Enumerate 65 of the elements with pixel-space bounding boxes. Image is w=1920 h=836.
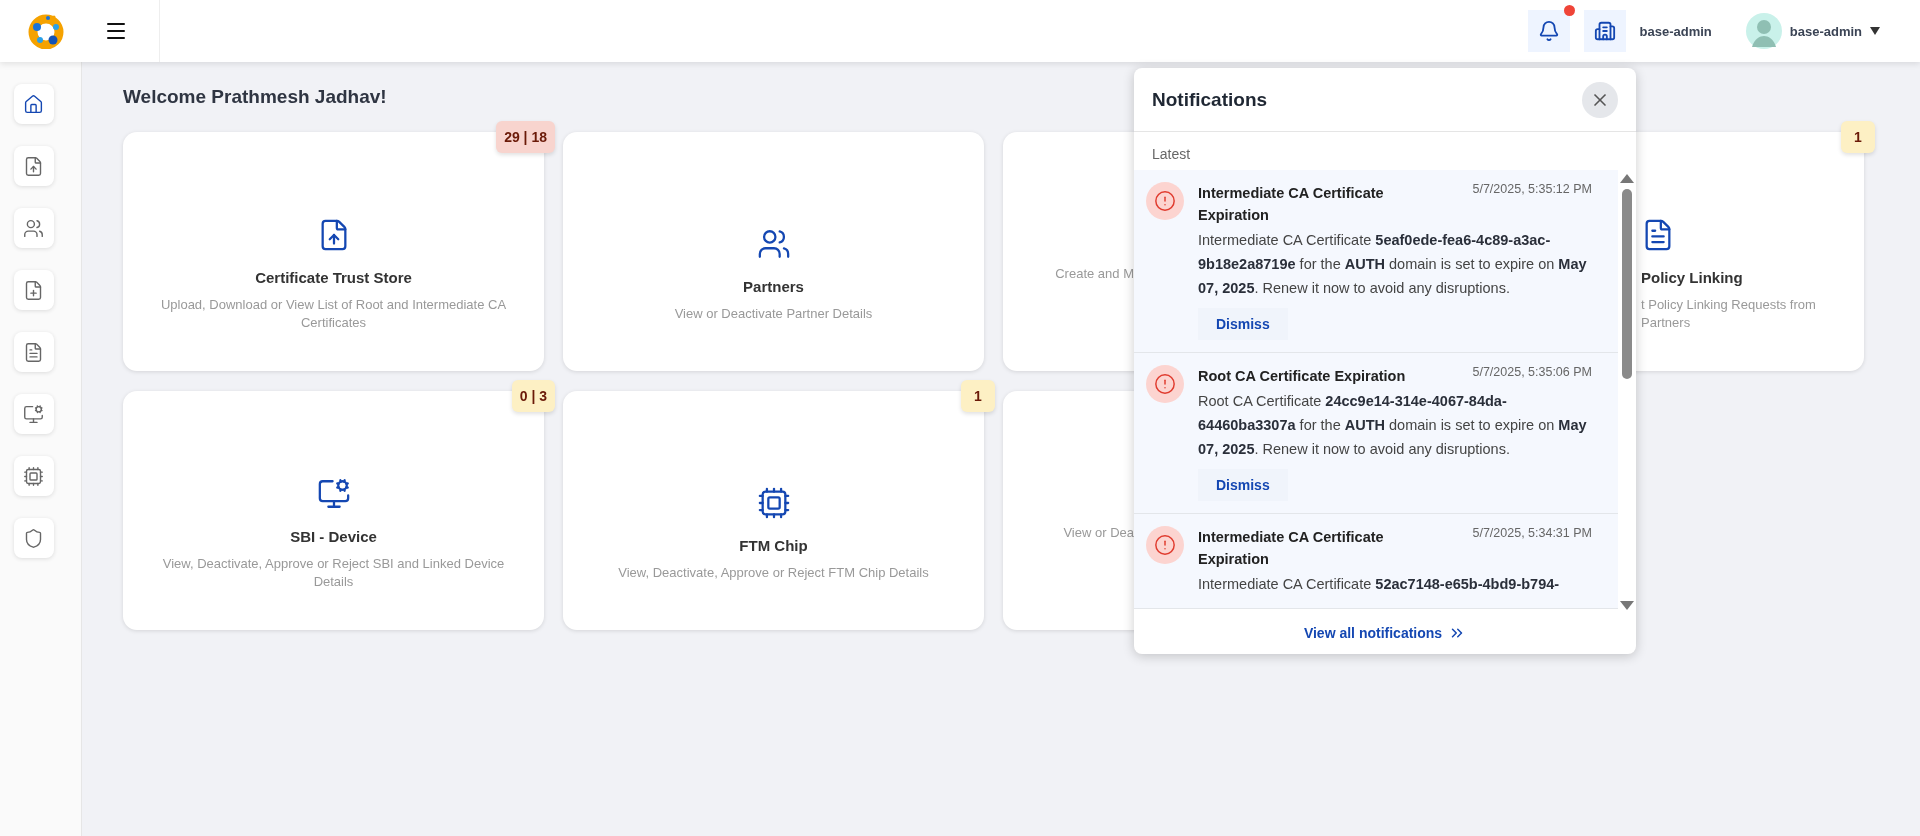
user-menu[interactable]: base-admin [1745,13,1880,49]
monitor-gear-icon [316,477,351,511]
caret-icon [1870,27,1880,35]
card-title: SBI - Device [290,528,377,545]
card-description: View or Dea [1063,523,1134,542]
dashboard-card[interactable]: Partners View or Deactivate Partner Details [563,132,984,371]
card-description: View, Deactivate, Approve or Reject SBI and Linked Device Details [161,555,506,591]
card-description: View or Deactivate Partner Details [674,305,873,323]
shield-icon [23,527,44,549]
bell-icon [1537,20,1560,42]
sidebar-item[interactable] [13,146,54,186]
notification-title: Intermediate CA Certificate Expiration [1198,184,1385,225]
sidebar-item[interactable] [13,456,54,496]
card-description: Create and M [1055,264,1134,283]
tenant-name: base-admin [1639,23,1712,39]
count-badge: 1 [961,380,995,412]
notification-message: Root CA Certificate 24cc9e14-314e-4067-84da-64460ba3307a for the AUTH domain is set to expire on May 07, 2025. Renew it now to avoid any disruptions. [1198,392,1588,459]
scrollbar-thumb[interactable] [1622,189,1632,379]
monitor-gear-icon [23,403,44,425]
home-icon [23,93,44,115]
count-badge: 0 | 3 [511,380,555,412]
welcome-heading: Welcome Prathmesh Jadhav! [123,86,387,108]
dismiss-button[interactable]: Dismiss [1198,469,1288,501]
exclamation-icon [1154,534,1176,556]
close-button[interactable] [1582,81,1618,118]
sidebar-item[interactable] [13,332,54,372]
view-all-link[interactable]: View all notifications [1303,610,1467,654]
file-plus-icon [23,279,44,301]
document-icon [23,341,44,363]
users-icon [23,217,44,239]
notification-message: Intermediate CA Certificate 52ac7148-e65b-4bd9-b794- [1198,575,1561,594]
scroll-up-icon[interactable] [1620,174,1634,183]
avatar-icon [1745,13,1782,49]
section-label: Latest [1151,145,1192,164]
notification-title: Root CA Certificate Expiration [1198,367,1406,386]
building-icon [1593,20,1616,42]
sidebar-item[interactable] [13,518,54,558]
scroll-down-icon[interactable] [1620,601,1634,610]
file-upload-icon [23,155,44,177]
card-title: FTM Chip [739,537,808,554]
card-title: Policy Linking [1641,269,1743,286]
notification-title: Intermediate CA Certificate Expiration [1198,528,1385,569]
card-title: Partners [743,278,804,295]
card-title: Certificate Trust Store [255,269,412,286]
panel-title: Notifications [1152,88,1268,111]
card-description: Upload, Download or View List of Root and Intermediate CA Certificates [159,296,508,332]
users-icon [756,227,791,261]
notifications-button[interactable] [1527,10,1570,52]
dismiss-button[interactable]: Dismiss [1198,308,1288,340]
exclamation-icon [1154,190,1176,212]
notification-time: 5/7/2025, 5:35:12 PM [1472,182,1592,198]
count-badge: 29 | 18 [496,121,555,153]
chip-icon [23,465,44,487]
count-badge: 1 [1841,121,1875,153]
card-description: View, Deactivate, Approve or Reject FTM Chip Details [618,564,929,582]
card-description: t Policy Linking Requests from Partners [1641,296,1817,332]
tenant-button[interactable] [1583,10,1626,52]
sidebar-item[interactable] [13,394,54,434]
notification-time: 5/7/2025, 5:34:31 PM [1472,526,1592,542]
sidebar-item[interactable] [13,208,54,248]
chip-icon [756,486,791,520]
sidebar-item[interactable] [13,270,54,310]
exclamation-icon [1154,373,1176,395]
logo [28,13,64,49]
sidebar-item[interactable] [13,84,54,124]
